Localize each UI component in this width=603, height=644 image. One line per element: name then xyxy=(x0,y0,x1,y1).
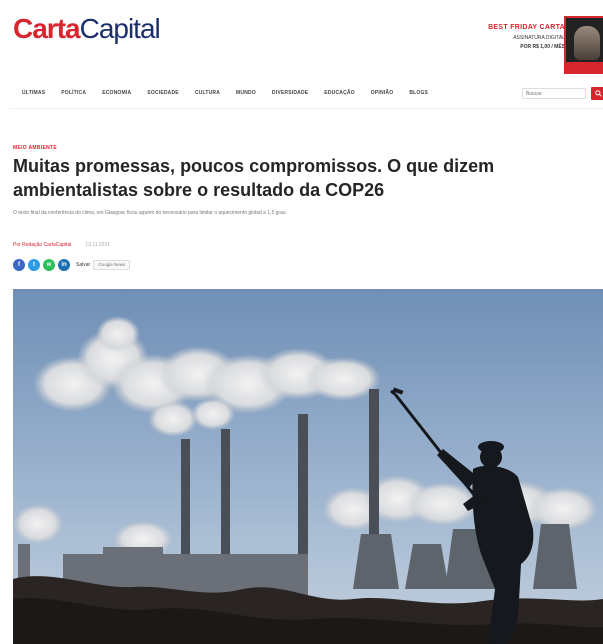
promo-banner[interactable]: BEST FRIDAY CARTA ASSINATURA DIGITAL POR… xyxy=(449,24,565,50)
main-nav: Últimas Política Economia Sociedade Cult… xyxy=(9,86,603,100)
cover-strip xyxy=(566,62,603,72)
nav-item-economia[interactable]: Economia xyxy=(102,86,131,100)
twitter-share-icon[interactable]: t xyxy=(28,259,40,271)
logo-carta: Carta xyxy=(13,13,81,44)
magazine-cover-icon[interactable] xyxy=(564,16,603,74)
hero-photo-illustration xyxy=(13,289,603,644)
header-divider xyxy=(9,108,603,109)
nav-item-diversidade[interactable]: Diversidade xyxy=(272,86,308,100)
facebook-share-icon[interactable]: f xyxy=(13,259,25,271)
nav-item-cultura[interactable]: Cultura xyxy=(195,86,220,100)
nav-items: Últimas Política Economia Sociedade Cult… xyxy=(22,86,444,100)
article-headline: Muitas promessas, poucos compromissos. O… xyxy=(13,156,495,200)
logo-capital: Capital xyxy=(79,13,161,44)
nav-item-opiniao[interactable]: Opinião xyxy=(371,86,394,100)
byline-date: 13.11.2021 xyxy=(85,242,111,248)
search-icon xyxy=(594,90,602,97)
search-button[interactable] xyxy=(591,87,603,100)
nav-item-ultimas[interactable]: Últimas xyxy=(22,86,45,100)
follow-button[interactable]: Google News xyxy=(93,260,131,270)
nav-item-educacao[interactable]: Educação xyxy=(324,86,355,100)
linkedin-share-icon[interactable]: in xyxy=(58,259,70,271)
site-logo[interactable]: CartaCapital xyxy=(13,12,161,46)
article-byline: Por Redação CartaCapital 13.11.2021 xyxy=(13,242,110,248)
search-input[interactable] xyxy=(522,88,586,99)
save-label[interactable]: Salvar xyxy=(76,262,90,268)
cover-portrait xyxy=(574,26,600,60)
whatsapp-share-icon[interactable]: w xyxy=(43,259,55,271)
share-bar: f t w in Salvar Google News xyxy=(13,258,131,272)
page-frame: CartaCapital BEST FRIDAY CARTA ASSINATUR… xyxy=(9,0,603,644)
promo-line-2: POR R$ 1,00 / MÊS xyxy=(520,44,565,51)
article-subhead: O texto final da conferência do clima, e… xyxy=(13,210,286,216)
promo-line-1: ASSINATURA DIGITAL xyxy=(513,35,565,42)
byline-author[interactable]: Por Redação CartaCapital xyxy=(13,242,71,248)
promo-title: BEST FRIDAY CARTA xyxy=(488,24,565,31)
site-header: CartaCapital BEST FRIDAY CARTA ASSINATUR… xyxy=(9,0,603,78)
hero-image xyxy=(13,289,603,644)
nav-item-sociedade[interactable]: Sociedade xyxy=(147,86,179,100)
nav-item-blogs[interactable]: Blogs xyxy=(409,86,428,100)
article-kicker[interactable]: Meio Ambiente xyxy=(13,145,57,151)
nav-item-mundo[interactable]: Mundo xyxy=(236,86,256,100)
nav-item-politica[interactable]: Política xyxy=(61,86,86,100)
